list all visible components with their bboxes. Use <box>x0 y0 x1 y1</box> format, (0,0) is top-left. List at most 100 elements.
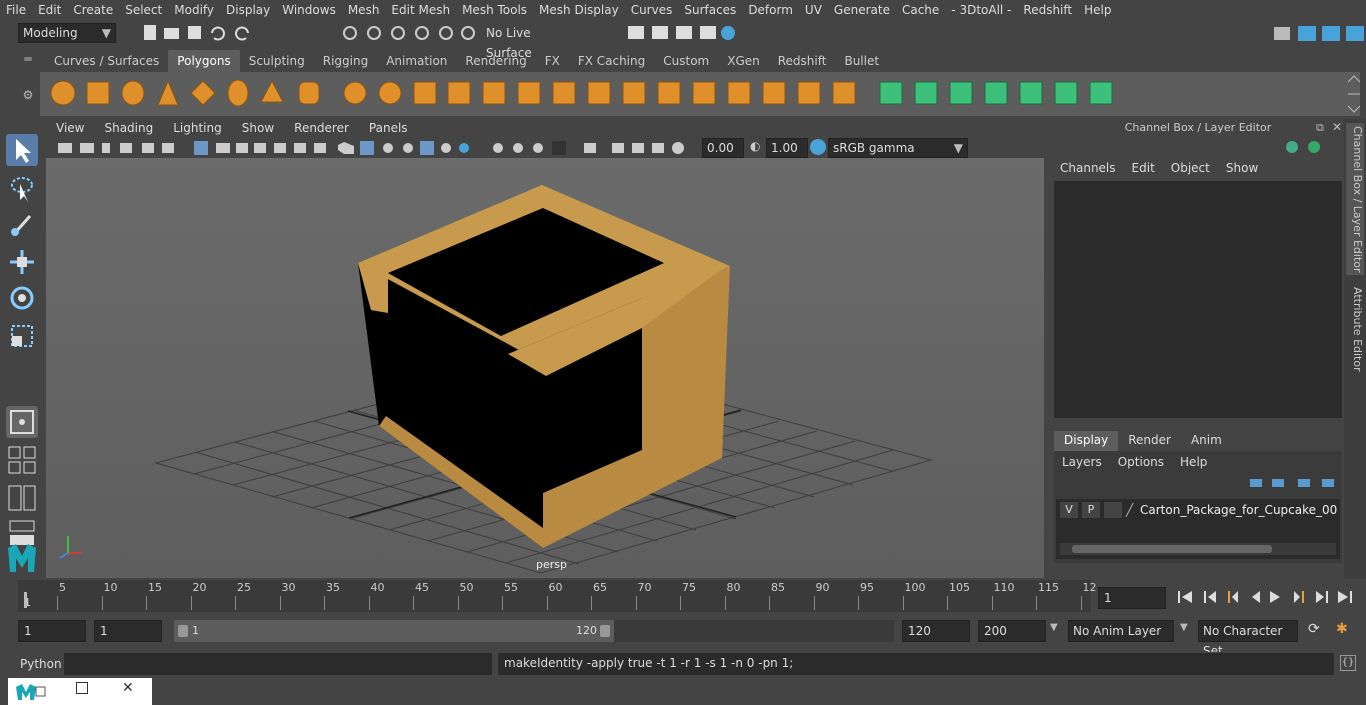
exposure-field[interactable]: 0.00 <box>702 138 744 158</box>
tab-custom[interactable]: Custom <box>654 50 718 72</box>
tab-rigging[interactable]: Rigging <box>314 50 377 72</box>
cb-menu-edit[interactable]: Edit <box>1124 159 1163 179</box>
move-tool-icon[interactable] <box>6 246 38 278</box>
menu-surfaces[interactable]: Surfaces <box>678 3 742 17</box>
layer-menu-options[interactable]: Options <box>1110 453 1172 471</box>
tab-anim[interactable]: Anim <box>1181 431 1232 451</box>
tab-render[interactable]: Render <box>1118 431 1181 451</box>
close-window-icon[interactable]: ✕ <box>122 680 134 696</box>
range-slider[interactable]: 1 120 <box>174 620 614 642</box>
vp-menu-show[interactable]: Show <box>232 119 284 138</box>
rotate-tool-icon[interactable] <box>6 282 38 314</box>
menu-cache[interactable]: Cache <box>896 3 945 17</box>
maximize-icon[interactable] <box>76 682 88 694</box>
vp-menu-view[interactable]: View <box>46 119 94 138</box>
vp-menu-shading[interactable]: Shading <box>94 119 163 138</box>
vp-menu-renderer[interactable]: Renderer <box>284 119 359 138</box>
menu-help[interactable]: Help <box>1078 3 1117 17</box>
menu-mesh-tools[interactable]: Mesh Tools <box>456 3 533 17</box>
character-set-dropdown[interactable]: No Character Set <box>1198 620 1298 658</box>
live-surface-field[interactable]: No Live Surface <box>482 23 572 60</box>
tab-attribute-editor-vertical[interactable]: Attribute Editor <box>1346 283 1364 375</box>
menu-select[interactable]: Select <box>119 3 168 17</box>
anim-layer-dropdown[interactable]: No Anim Layer <box>1068 620 1174 642</box>
layer-type-toggle[interactable] <box>1104 502 1122 518</box>
menu-windows[interactable]: Windows <box>276 3 342 17</box>
chevron-down-icon[interactable]: ▼ <box>1050 622 1058 633</box>
tab-display[interactable]: Display <box>1054 431 1119 451</box>
tab-curves-surfaces[interactable]: Curves / Surfaces <box>45 50 168 72</box>
anim-prefs-icon[interactable]: ✱ <box>1336 621 1348 637</box>
menu-curves[interactable]: Curves <box>625 3 679 17</box>
color-space-dropdown[interactable]: sRGB gamma ▼ <box>828 138 968 158</box>
cb-menu-object[interactable]: Object <box>1163 159 1218 179</box>
layer-menu-help[interactable]: Help <box>1172 453 1215 471</box>
cb-menu-show[interactable]: Show <box>1218 159 1266 179</box>
chevron-down-icon[interactable]: ▼ <box>1180 622 1188 633</box>
tab-bullet[interactable]: Bullet <box>835 50 888 72</box>
maya-window-icon[interactable] <box>14 683 46 701</box>
scrollbar-thumb[interactable] <box>1072 545 1272 553</box>
layer-row[interactable]: V P ╱ Carton_Package_for_Cupcake_001_la <box>1060 501 1338 519</box>
tab-animation[interactable]: Animation <box>377 50 456 72</box>
gear-icon[interactable]: ⚙ <box>18 88 38 108</box>
menu-mesh[interactable]: Mesh <box>342 3 386 17</box>
mode-dropdown[interactable]: Modeling ▼ <box>18 23 116 43</box>
tab-polygons[interactable]: Polygons <box>168 50 240 72</box>
end-time-field[interactable]: 200 <box>978 620 1046 642</box>
menu-display[interactable]: Display <box>220 3 276 17</box>
menu-mesh-display[interactable]: Mesh Display <box>533 3 625 17</box>
float-icon[interactable]: ⧉ <box>1316 121 1324 135</box>
current-time-indicator[interactable] <box>24 592 27 608</box>
vp-menu-panels[interactable]: Panels <box>359 119 418 138</box>
layer-scrollbar[interactable] <box>1060 543 1336 555</box>
tab-rendering[interactable]: Rendering <box>456 50 535 72</box>
shelf-menu-icon[interactable]: ═ <box>18 52 38 72</box>
layout-single-icon[interactable] <box>6 406 38 438</box>
layer-visibility-toggle[interactable]: V <box>1060 502 1078 518</box>
menu-3dtoall[interactable]: - 3DtoAll - <box>945 3 1017 17</box>
script-editor-icon[interactable]: {} <box>1340 655 1356 671</box>
layer-menu-layers[interactable]: Layers <box>1054 453 1110 471</box>
tab-xgen[interactable]: XGen <box>718 50 769 72</box>
layer-playback-toggle[interactable]: P <box>1082 502 1100 518</box>
layout-four-icon[interactable] <box>6 444 38 476</box>
range-handle-end[interactable] <box>600 625 610 637</box>
menu-file[interactable]: File <box>0 3 32 17</box>
perspective-viewport[interactable]: persp <box>46 158 1044 578</box>
tab-redshift[interactable]: Redshift <box>769 50 836 72</box>
menu-create[interactable]: Create <box>67 3 119 17</box>
menu-uv[interactable]: UV <box>799 3 828 17</box>
auto-key-icon[interactable]: ⟳ <box>1308 621 1320 637</box>
tab-channel-box-vertical[interactable]: Channel Box / Layer Editor <box>1346 123 1364 275</box>
menu-edit[interactable]: Edit <box>32 3 67 17</box>
time-slider[interactable]: 5 10 15 20 25 30 35 40 45 50 55 60 65 70 75 80 85 90 95 100… <box>18 580 1097 612</box>
current-frame-field[interactable]: 1 <box>1098 587 1166 609</box>
channel-list[interactable] <box>1054 181 1342 418</box>
playback-end-field[interactable]: 120 <box>902 620 970 642</box>
command-language-label[interactable]: Python <box>20 657 62 671</box>
gamma-field[interactable]: 1.00 <box>766 138 808 158</box>
layout-side-icon[interactable] <box>6 482 38 514</box>
cb-menu-channels[interactable]: Channels <box>1052 159 1124 179</box>
start-time-field[interactable]: 1 <box>18 620 86 642</box>
vp-menu-lighting[interactable]: Lighting <box>163 119 232 138</box>
menu-edit-mesh[interactable]: Edit Mesh <box>385 3 456 17</box>
menu-modify[interactable]: Modify <box>168 3 220 17</box>
select-tool-icon[interactable] <box>6 134 38 166</box>
playback-start-field[interactable]: 1 <box>94 620 162 642</box>
menu-redshift[interactable]: Redshift <box>1017 3 1078 17</box>
scale-tool-icon[interactable] <box>6 320 38 352</box>
menu-generate[interactable]: Generate <box>828 3 896 17</box>
tab-sculpting[interactable]: Sculpting <box>240 50 314 72</box>
tab-fx-caching[interactable]: FX Caching <box>569 50 654 72</box>
command-input[interactable] <box>64 653 492 675</box>
layer-color-icon[interactable]: ╱ <box>1126 503 1138 517</box>
lasso-tool-icon[interactable] <box>6 172 38 204</box>
color-management-icon[interactable] <box>810 139 826 155</box>
close-icon[interactable]: ✕ <box>1332 120 1342 134</box>
paint-select-icon[interactable] <box>6 208 38 240</box>
menu-deform[interactable]: Deform <box>742 3 799 17</box>
range-handle-start[interactable] <box>178 625 188 637</box>
tab-fx[interactable]: FX <box>536 50 569 72</box>
